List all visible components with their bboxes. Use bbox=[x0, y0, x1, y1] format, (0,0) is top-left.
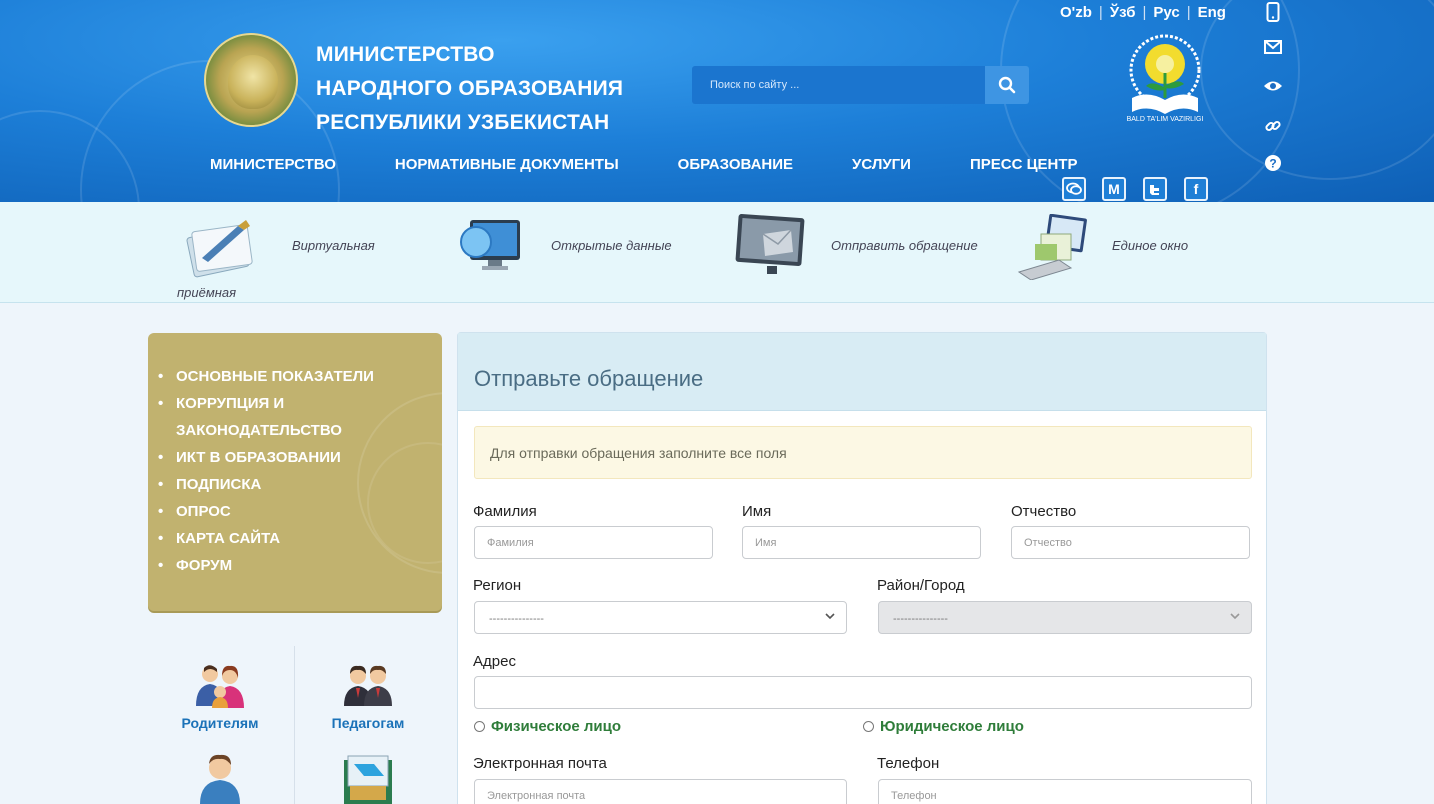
search-box bbox=[692, 66, 986, 104]
facebook-icon[interactable]: f bbox=[1184, 177, 1208, 201]
send-appeal-icon[interactable] bbox=[733, 212, 809, 287]
nav-ministry[interactable]: Министерство bbox=[210, 156, 336, 173]
nav-services[interactable]: Услуги bbox=[852, 156, 911, 173]
ministry-title-line: Республики Узбекистан bbox=[316, 111, 610, 134]
single-window-icon[interactable] bbox=[1017, 213, 1089, 285]
twitter-icon[interactable] bbox=[1143, 177, 1167, 201]
documents-icon[interactable] bbox=[340, 752, 396, 804]
quick-links-bar: Виртуальная приёмная Открытые данные Отп… bbox=[0, 202, 1434, 303]
chevron-down-icon bbox=[1229, 610, 1241, 625]
ministry-title-line: народного образования bbox=[316, 77, 624, 100]
education-logo[interactable]: BALD TA'LIM VAZIRLIGI bbox=[1112, 28, 1218, 128]
virtual-reception-icon[interactable] bbox=[182, 214, 260, 285]
patronymic-input[interactable] bbox=[1011, 526, 1250, 559]
sidebar-item-corruption[interactable]: Коррупция и законодательство bbox=[158, 390, 418, 444]
nav-education[interactable]: Образование bbox=[678, 156, 793, 173]
education-logo-caption: BALD TA'LIM VAZIRLIGI bbox=[1126, 116, 1204, 123]
chat-icon[interactable] bbox=[1062, 177, 1086, 201]
form-notice: Для отправки обращения заполните все пол… bbox=[474, 426, 1252, 479]
open-data-icon[interactable] bbox=[458, 214, 524, 281]
district-select[interactable]: --------------- bbox=[878, 601, 1252, 634]
quick-link-label[interactable]: Единое окно bbox=[1112, 238, 1188, 253]
mail-icon[interactable] bbox=[1263, 37, 1283, 57]
sidebar-item-subscription[interactable]: Подписка bbox=[158, 471, 418, 498]
radio-physical-person[interactable]: Физическое лицо bbox=[474, 718, 621, 735]
utility-sidebar: ? bbox=[1259, 0, 1287, 180]
lang-ru[interactable]: Рус bbox=[1153, 4, 1179, 21]
ministry-title[interactable]: Министерство народного образования Респу… bbox=[316, 38, 623, 140]
mobile-icon[interactable] bbox=[1263, 2, 1283, 22]
firstname-input[interactable] bbox=[742, 526, 981, 559]
form-header: Отправьте обращение bbox=[458, 333, 1266, 411]
sidebar-item-ict[interactable]: ИКТ в образовании bbox=[158, 444, 418, 471]
role-teachers[interactable]: Педагогам bbox=[318, 662, 418, 731]
radio-legal-entity[interactable]: Юридическое лицо bbox=[863, 718, 1024, 735]
region-label: Регион bbox=[473, 577, 522, 594]
sidebar-menu: Основные показатели Коррупция и законода… bbox=[148, 333, 442, 611]
phone-label: Телефон bbox=[877, 755, 940, 772]
nav-press-center[interactable]: Пресс центр bbox=[970, 156, 1078, 173]
region-select[interactable]: --------------- bbox=[474, 601, 847, 634]
sidebar-item-poll[interactable]: Опрос bbox=[158, 498, 418, 525]
question-icon[interactable]: ? bbox=[1263, 153, 1283, 173]
quick-link-label[interactable]: Отправить обращение bbox=[831, 238, 978, 253]
sidebar-item-sitemap[interactable]: Карта сайта bbox=[158, 525, 418, 552]
lang-separator: | bbox=[1098, 4, 1103, 21]
sidebar-item-main-indicators[interactable]: Основные показатели bbox=[158, 363, 418, 390]
appeal-form: Отправьте обращение Для отправки обращен… bbox=[457, 332, 1267, 804]
lang-uz-cyrillic[interactable]: Ўзб bbox=[1110, 4, 1136, 21]
quick-link-label[interactable]: Открытые данные bbox=[551, 238, 672, 253]
district-select-value: --------------- bbox=[893, 613, 948, 625]
parents-icon bbox=[196, 665, 244, 708]
patronymic-label: Отчество bbox=[1011, 503, 1077, 520]
nav-normative-documents[interactable]: Нормативные документы bbox=[395, 156, 619, 173]
district-label: Район/Город bbox=[877, 577, 965, 594]
teachers-icon bbox=[344, 665, 392, 706]
divider bbox=[294, 646, 295, 804]
search-button[interactable] bbox=[985, 66, 1029, 104]
svg-text:?: ? bbox=[1269, 157, 1276, 171]
eye-icon[interactable] bbox=[1263, 76, 1283, 96]
lang-uz-latin[interactable]: O'zb bbox=[1060, 4, 1092, 21]
firstname-label: Имя bbox=[742, 503, 772, 520]
state-emblem[interactable] bbox=[204, 33, 298, 127]
address-label: Адрес bbox=[473, 653, 516, 670]
lastname-input[interactable] bbox=[474, 526, 713, 559]
email-input[interactable] bbox=[474, 779, 847, 804]
form-title: Отправьте обращение bbox=[474, 366, 704, 391]
sidebar-item-forum[interactable]: Форум bbox=[158, 552, 418, 579]
sidebar-list: Основные показатели Коррупция и законода… bbox=[158, 363, 418, 579]
radio-label: Юридическое лицо bbox=[880, 718, 1024, 735]
lang-separator: | bbox=[1186, 4, 1191, 21]
radio-button[interactable] bbox=[863, 721, 874, 732]
phone-input[interactable] bbox=[878, 779, 1252, 804]
link-icon[interactable] bbox=[1263, 116, 1283, 136]
ministry-title-line: Министерство bbox=[316, 43, 495, 66]
search-icon bbox=[998, 76, 1016, 94]
address-input[interactable] bbox=[474, 676, 1252, 709]
role-label: Родителям bbox=[181, 715, 259, 731]
radio-label: Физическое лицо bbox=[491, 718, 622, 735]
students-icon[interactable] bbox=[196, 752, 244, 804]
role-label: Педагогам bbox=[331, 715, 405, 731]
main-nav: Министерство Нормативные документы Образ… bbox=[210, 156, 1078, 173]
region-select-value: --------------- bbox=[489, 613, 544, 625]
radio-button[interactable] bbox=[474, 721, 485, 732]
site-header: Министерство народного образования Респу… bbox=[0, 0, 1434, 202]
role-parents[interactable]: Родителям bbox=[170, 662, 270, 731]
language-switcher: O'zb | Ўзб | Рус | Eng bbox=[1060, 4, 1226, 21]
lang-en[interactable]: Eng bbox=[1198, 4, 1226, 21]
lang-separator: | bbox=[1142, 4, 1147, 21]
quick-link-label[interactable]: Виртуальная bbox=[292, 238, 375, 253]
chevron-down-icon bbox=[824, 610, 836, 625]
mail-ru-icon[interactable]: M bbox=[1102, 177, 1126, 201]
search-input[interactable] bbox=[692, 66, 986, 104]
email-label: Электронная почта bbox=[473, 755, 607, 772]
quick-link-label[interactable]: приёмная bbox=[177, 285, 236, 300]
lastname-label: Фамилия bbox=[473, 503, 537, 520]
